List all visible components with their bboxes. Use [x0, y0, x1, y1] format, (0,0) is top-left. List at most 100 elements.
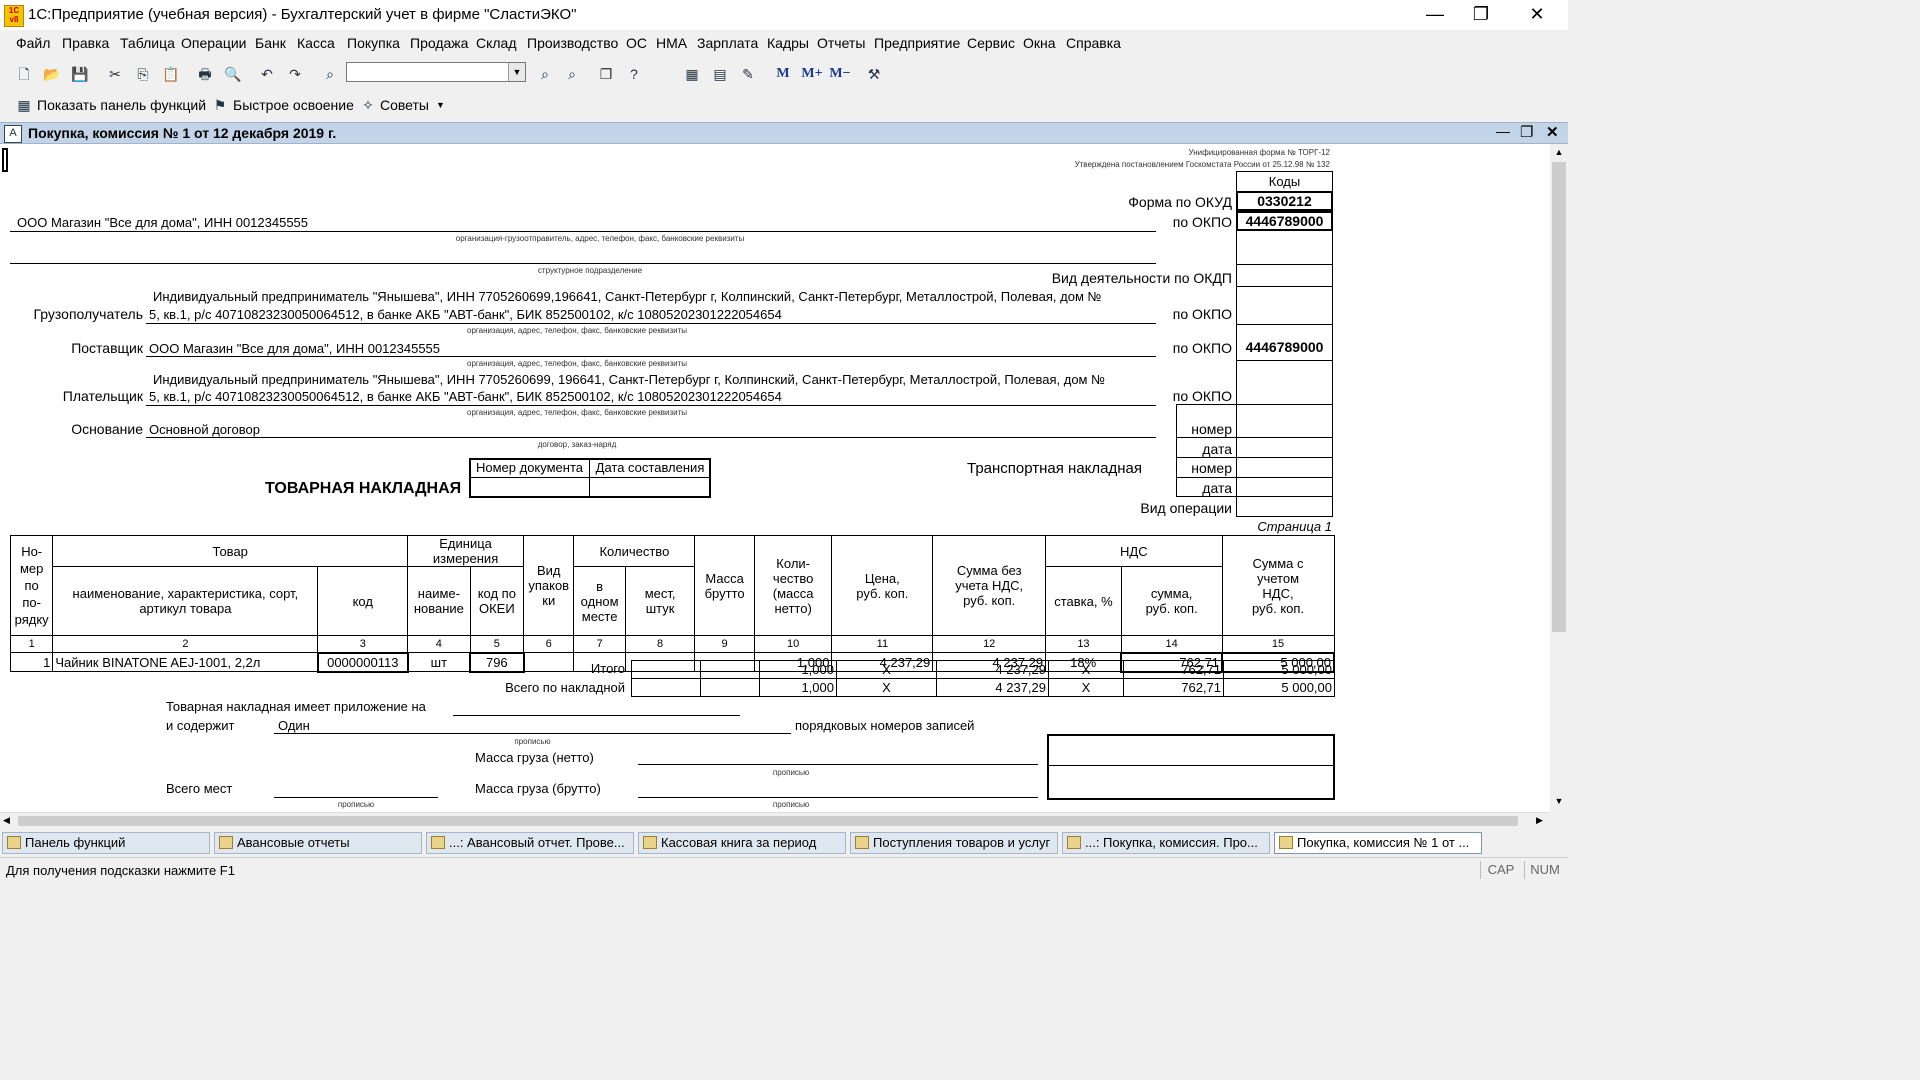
calendar-icon[interactable]: ▤ — [710, 64, 730, 84]
search-input[interactable]: ▼ — [346, 62, 526, 82]
save-icon[interactable]: 💾 — [70, 64, 90, 84]
vsego-sum-with-vat: 5 000,00 — [1223, 678, 1335, 697]
menu-salary[interactable]: Зарплата — [697, 35, 758, 51]
task-functions-panel[interactable]: Панель функций — [2, 832, 210, 854]
gross-mass-caption: прописью — [772, 800, 810, 809]
menu-bank[interactable]: Банк — [255, 35, 286, 51]
row-goods-name[interactable]: Чайник BINATONE AEJ-1001, 2,2л — [52, 652, 319, 672]
calculator-icon[interactable]: ▦ — [682, 64, 702, 84]
menu-cash[interactable]: Касса — [297, 35, 335, 51]
header-price: Цена, руб. коп. — [831, 535, 934, 636]
itogo-vat-rate: X — [1048, 660, 1124, 679]
doc-restore-button[interactable]: ❐ — [1520, 123, 1533, 141]
menu-file[interactable]: Файл — [16, 35, 50, 51]
print-icon[interactable]: 🖶 — [195, 64, 215, 84]
scroll-right-icon[interactable]: ▶ — [1536, 815, 1543, 826]
task-purchase-commission[interactable]: ...: Покупка, комиссия. Про... — [1062, 832, 1270, 854]
find-next-icon[interactable]: ⌕ — [535, 64, 555, 84]
menu-fixed-assets[interactable]: ОС — [626, 35, 647, 51]
okpo-value-1: 4446789000 — [1245, 213, 1324, 229]
col-number: 1 — [9, 635, 54, 653]
menu-purchase[interactable]: Покупка — [347, 35, 400, 51]
menu-enterprise[interactable]: Предприятие — [874, 35, 960, 51]
new-document-icon[interactable]: 🗋 — [14, 64, 34, 84]
horizontal-scrollbar[interactable]: ◀ ▶ — [0, 812, 1550, 829]
okud-value: 0330212 — [1257, 193, 1312, 209]
preview-icon[interactable]: 🔍 — [223, 64, 243, 84]
menu-help[interactable]: Справка — [1066, 35, 1121, 51]
task-goods-receipts[interactable]: Поступления товаров и услуг — [850, 832, 1058, 854]
find-icon[interactable]: ⌕ — [320, 64, 340, 84]
chevron-down-icon[interactable]: ▼ — [508, 63, 525, 81]
close-button[interactable]: ✕ — [1514, 2, 1560, 28]
task-label: Поступления товаров и услуг — [873, 835, 1051, 850]
status-bar: Для получения подсказки нажмите F1 CAP N… — [0, 857, 1568, 883]
tools-icon[interactable]: ✎ — [738, 64, 758, 84]
find-prev-icon[interactable]: ⌕ — [562, 64, 582, 84]
document-title: Покупка, комиссия № 1 от 12 декабря 2019… — [28, 125, 337, 141]
open-icon[interactable]: 📂 — [42, 64, 62, 84]
tips-button[interactable]: Советы — [380, 97, 429, 113]
undo-icon[interactable]: ↶ — [257, 64, 277, 84]
menu-production[interactable]: Производство — [527, 35, 618, 51]
payer-caption: организация, адрес, телефон, факс, банко… — [467, 408, 687, 417]
itogo-vat-sum: 762,71 — [1123, 660, 1224, 679]
menu-windows[interactable]: Окна — [1023, 35, 1056, 51]
paste-icon[interactable]: 📋 — [161, 64, 181, 84]
header-places: мест, штук — [624, 566, 696, 636]
menu-edit[interactable]: Правка — [62, 35, 109, 51]
secondary-toolbar: ▦ Показать панель функций ⚑ Быстрое осво… — [0, 90, 1568, 122]
attachment-label: Товарная накладная имеет приложение на — [166, 699, 426, 714]
quick-start-icon: ⚑ — [213, 97, 227, 113]
chevron-down-icon[interactable]: ▼ — [436, 100, 445, 110]
minimize-button[interactable]: — — [1412, 2, 1458, 28]
document-icon — [643, 836, 657, 849]
window-taskbar: Панель функций Авансовые отчеты ...: Ава… — [0, 829, 1568, 857]
menu-table[interactable]: Таблица — [120, 35, 175, 51]
menu-personnel[interactable]: Кадры — [767, 35, 809, 51]
vsego-vat-rate: X — [1048, 678, 1124, 697]
scroll-left-icon[interactable]: ◀ — [3, 815, 10, 826]
settings-icon[interactable]: ⚒ — [864, 64, 884, 84]
menu-intangibles[interactable]: НМА — [656, 35, 687, 51]
division-caption: структурное подразделение — [537, 266, 643, 275]
restore-button[interactable]: ❐ — [1458, 2, 1504, 28]
vsego-label: Всего по накладной — [505, 680, 625, 695]
task-advance-reports[interactable]: Авансовые отчеты — [214, 832, 422, 854]
consignee-caption: организация, адрес, телефон, факс, банко… — [467, 326, 687, 335]
transport-label: Транспортная накладная — [967, 460, 1143, 477]
header-vat-rate: ставка, % — [1045, 566, 1122, 636]
doc-minimize-button[interactable]: — — [1496, 123, 1510, 139]
windows-icon[interactable]: ❐ — [596, 64, 616, 84]
memory-minus-button[interactable]: M− — [827, 64, 853, 84]
menu-sales[interactable]: Продажа — [410, 35, 468, 51]
task-advance-report-post[interactable]: ...: Авансовый отчет. Прове... — [426, 832, 634, 854]
cut-icon[interactable]: ✂ — [105, 64, 125, 84]
scroll-down-icon[interactable]: ▼ — [1552, 796, 1566, 808]
vsego-vat-sum: 762,71 — [1123, 678, 1224, 697]
menu-warehouse[interactable]: Склад — [476, 35, 517, 51]
quick-start-button[interactable]: Быстрое освоение — [233, 97, 354, 113]
help-icon[interactable]: ? — [624, 64, 644, 84]
vertical-scrollbar[interactable]: ▲ ▼ — [1550, 144, 1568, 812]
consignee-line2: 5, кв.1, р/с 40710823230050064512, в бан… — [149, 307, 782, 322]
printable-form-area[interactable]: Унифицированная форма № ТОРГ-12 Утвержде… — [0, 144, 1550, 812]
doc-close-button[interactable]: ✕ — [1546, 123, 1559, 141]
memory-m-button[interactable]: M — [773, 64, 793, 84]
menu-operations[interactable]: Операции — [181, 35, 247, 51]
task-purchase-commission-form[interactable]: Покупка, комиссия № 1 от ... — [1274, 832, 1482, 854]
redo-icon[interactable]: ↷ — [285, 64, 305, 84]
task-cash-book[interactable]: Кассовая книга за период — [638, 832, 846, 854]
vertical-scroll-thumb[interactable] — [1552, 162, 1566, 632]
menu-reports[interactable]: Отчеты — [817, 35, 865, 51]
col-number: 6 — [523, 635, 575, 653]
show-functions-panel-button[interactable]: Показать панель функций — [37, 97, 206, 113]
shipper-caption: организация-грузоотправитель, адрес, тел… — [455, 234, 745, 243]
memory-plus-button[interactable]: M+ — [799, 64, 825, 84]
document-icon — [1067, 836, 1081, 849]
row-code[interactable]: 0000000113 — [316, 651, 409, 673]
scroll-up-icon[interactable]: ▲ — [1552, 147, 1566, 159]
copy-icon[interactable]: ⎘ — [133, 64, 153, 84]
horizontal-scroll-thumb[interactable] — [18, 816, 1518, 826]
menu-service[interactable]: Сервис — [967, 35, 1015, 51]
